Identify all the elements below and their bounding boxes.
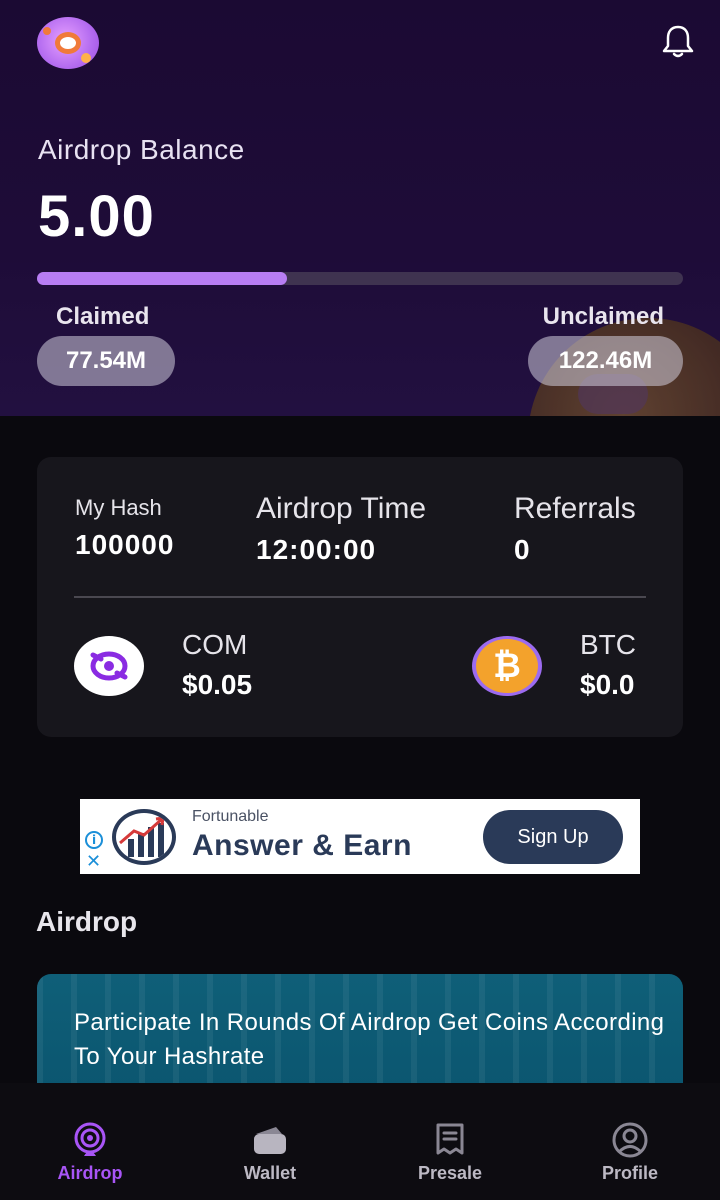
airdrop-info-card[interactable]: Participate In Rounds Of Airdrop Get Coi… — [37, 974, 683, 1089]
bell-icon[interactable] — [658, 22, 698, 62]
btc-value: $0.0 — [580, 669, 635, 700]
claimed-amount-badge: 77.54M — [37, 336, 175, 386]
balance-label: Airdrop Balance — [38, 134, 245, 165]
bitcoin-symbol: ₿ — [476, 639, 538, 693]
referrals-value: 0 — [514, 534, 530, 565]
tab-presale[interactable]: Presale — [360, 1083, 540, 1200]
receipt-icon — [431, 1121, 469, 1159]
wallet-icon — [251, 1121, 289, 1159]
app-logo-icon[interactable] — [37, 17, 99, 69]
bitcoin-icon: ₿ — [472, 636, 542, 696]
bottom-tab-bar: Airdrop Wallet Presale Profile — [0, 1083, 720, 1200]
ad-banner[interactable]: i ✕ Fortunable Answer & Earn Sign Up — [80, 799, 640, 874]
claimed-label: Claimed — [56, 303, 150, 330]
unclaimed-label: Unclaimed — [542, 303, 664, 330]
airdrop-info-text: Participate In Rounds Of Airdrop Get Coi… — [74, 1009, 665, 1070]
tab-airdrop-label: Airdrop — [57, 1163, 123, 1183]
tab-presale-label: Presale — [417, 1163, 483, 1183]
divider — [74, 596, 646, 598]
ad-info-icon[interactable]: i — [85, 831, 103, 849]
referrals-stat[interactable]: Referrals 0 — [514, 492, 636, 566]
tab-wallet-label: Wallet — [243, 1163, 297, 1183]
claim-progress-bar — [37, 272, 683, 285]
my-hash-value: 100000 — [75, 529, 175, 560]
my-hash-label: My Hash — [75, 495, 162, 520]
ad-headline: Answer & Earn — [192, 829, 412, 862]
ad-close-icon[interactable]: ✕ — [86, 851, 101, 872]
tab-profile-label: Profile — [601, 1163, 658, 1183]
referrals-label: Referrals — [514, 492, 636, 525]
tab-airdrop[interactable]: Airdrop — [0, 1083, 180, 1200]
airdrop-time-value: 12:00:00 — [256, 534, 377, 565]
airdrop-time-stat: Airdrop Time 12:00:00 — [256, 492, 426, 566]
airdrop-section-title: Airdrop — [36, 906, 138, 937]
claim-progress-fill — [37, 272, 287, 285]
com-price: COM $0.05 — [182, 629, 252, 701]
ad-chart-logo-icon — [112, 809, 176, 865]
ad-brand: Fortunable — [192, 808, 269, 825]
airdrop-icon — [71, 1121, 109, 1159]
com-label: COM — [182, 629, 248, 660]
tab-profile[interactable]: Profile — [540, 1083, 720, 1200]
airdrop-time-label: Airdrop Time — [256, 492, 427, 525]
btc-price: BTC $0.0 — [580, 629, 636, 701]
com-coin-icon — [74, 636, 144, 696]
unclaimed-amount-badge: 122.46M — [528, 336, 683, 386]
stats-card: My Hash 100000 Airdrop Time 12:00:00 Ref… — [37, 457, 683, 737]
my-hash-stat: My Hash 100000 — [75, 495, 174, 561]
btc-label: BTC — [580, 629, 636, 660]
user-icon — [611, 1121, 649, 1159]
balance-value: 5.00 — [38, 184, 155, 249]
balance-hero: Airdrop Balance 5.00 Claimed Unclaimed 7… — [0, 0, 720, 416]
tab-wallet[interactable]: Wallet — [180, 1083, 360, 1200]
ad-signup-button[interactable]: Sign Up — [483, 810, 623, 864]
com-value: $0.05 — [182, 669, 253, 700]
